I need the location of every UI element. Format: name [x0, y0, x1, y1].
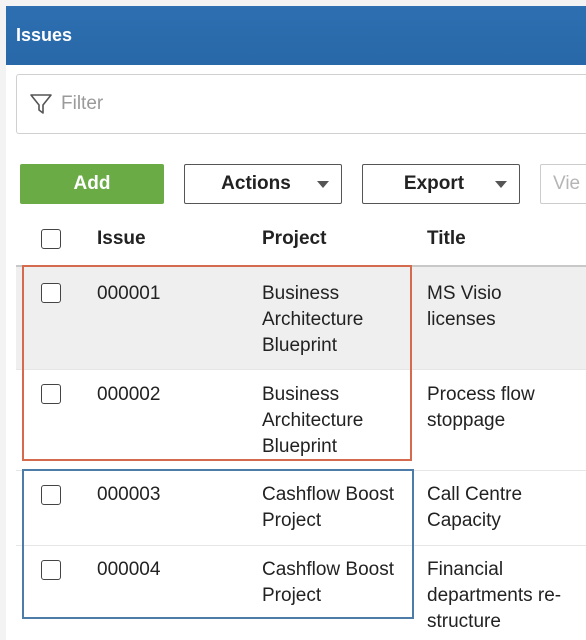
- issue-title[interactable]: Process flow stoppage: [427, 382, 557, 434]
- issues-panel: Filter Add Actions Export Vie Issue Proj…: [6, 65, 586, 640]
- filter-input[interactable]: Filter: [16, 74, 586, 134]
- filter-placeholder: Filter: [61, 93, 104, 114]
- select-all-checkbox[interactable]: [41, 229, 61, 249]
- issue-title[interactable]: Financial departments re-structure: [427, 557, 577, 635]
- export-button-label: Export: [403, 173, 465, 194]
- issue-id[interactable]: 000002: [97, 382, 160, 408]
- issue-title[interactable]: Call Centre Capacity: [427, 482, 547, 534]
- row-checkbox[interactable]: [41, 384, 61, 404]
- chevron-down-icon: [317, 181, 329, 188]
- project-name: Business Architecture Blueprint: [262, 384, 364, 457]
- add-button-label: Add: [73, 173, 111, 194]
- table-row[interactable]: 000004 Cashflow Boost Project Financial …: [16, 546, 586, 640]
- row-checkbox[interactable]: [41, 560, 61, 580]
- issue-id[interactable]: 000001: [97, 281, 160, 307]
- issue-id[interactable]: 000003: [97, 482, 160, 508]
- export-dropdown-button[interactable]: Export: [362, 164, 520, 204]
- issue-title[interactable]: MS Visio licenses: [427, 281, 557, 333]
- issue-id[interactable]: 000004: [97, 557, 160, 583]
- actions-button-label: Actions: [221, 173, 291, 194]
- project-name: Cashflow Boost Project: [262, 484, 395, 531]
- row-checkbox[interactable]: [41, 283, 61, 303]
- view-button[interactable]: Vie: [540, 164, 586, 204]
- view-button-label: Vie: [553, 173, 581, 194]
- table-row[interactable]: 000001 Business Architecture Blueprint M…: [16, 267, 586, 370]
- row-checkbox[interactable]: [41, 485, 61, 505]
- actions-dropdown-button[interactable]: Actions: [184, 164, 342, 204]
- project-name: Cashflow Boost Project: [262, 559, 395, 606]
- chevron-down-icon: [495, 181, 507, 188]
- add-button[interactable]: Add: [20, 164, 164, 204]
- table-row[interactable]: 000002 Business Architecture Blueprint P…: [16, 370, 586, 471]
- filter-icon: [30, 94, 52, 114]
- page-title: Issues: [16, 25, 73, 45]
- column-header-project[interactable]: Project: [262, 228, 326, 250]
- table-row[interactable]: 000003 Cashflow Boost Project Call Centr…: [16, 471, 586, 546]
- page-header: Issues: [6, 6, 586, 65]
- column-header-title[interactable]: Title: [427, 228, 466, 250]
- project-name: Business Architecture Blueprint: [262, 283, 364, 356]
- column-header-issue[interactable]: Issue: [97, 228, 146, 250]
